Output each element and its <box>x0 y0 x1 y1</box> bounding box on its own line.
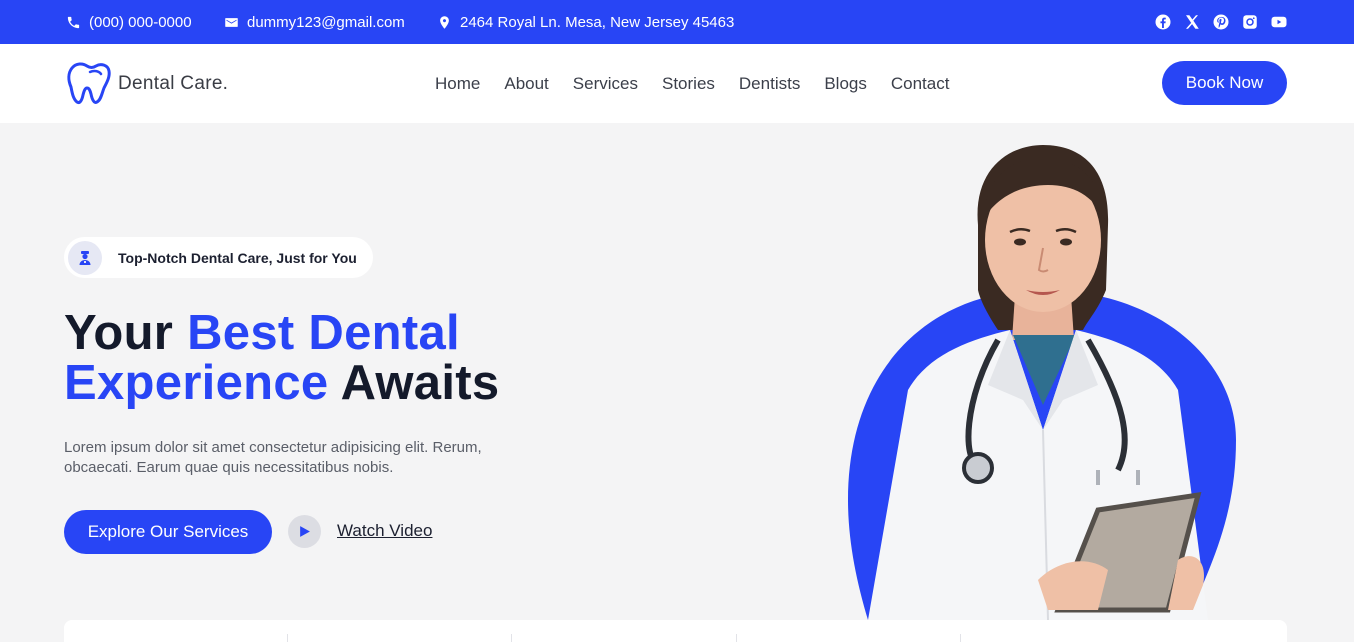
watch-video-link[interactable]: Watch Video <box>337 521 432 541</box>
features-card <box>64 620 1287 642</box>
phone-icon <box>67 16 80 28</box>
card-divider <box>287 634 288 642</box>
badge-text: Top-Notch Dental Care, Just for You <box>118 249 357 266</box>
nav-about[interactable]: About <box>504 74 548 94</box>
email-contact[interactable]: dummy123@gmail.com <box>224 0 405 44</box>
social-links <box>1154 0 1288 44</box>
address-contact[interactable]: 2464 Royal Ln. Mesa, New Jersey 45463 <box>437 0 734 44</box>
address-text: 2464 Royal Ln. Mesa, New Jersey 45463 <box>460 13 735 31</box>
nav-services[interactable]: Services <box>573 74 638 94</box>
hero-doctor-image <box>848 140 1238 621</box>
card-divider <box>960 634 961 642</box>
nav-blogs[interactable]: Blogs <box>824 74 867 94</box>
play-video-button[interactable] <box>288 515 321 548</box>
hero-description: Lorem ipsum dolor sit amet consectetur a… <box>64 439 482 476</box>
play-icon <box>300 526 310 537</box>
hero-title-part2: Awaits <box>328 356 500 410</box>
nav-home[interactable]: Home <box>435 74 480 94</box>
book-now-button[interactable]: Book Now <box>1162 61 1287 105</box>
nav-contact[interactable]: Contact <box>891 74 950 94</box>
dentist-icon <box>79 250 91 265</box>
hero-title-part1: Your <box>64 306 188 360</box>
instagram-icon[interactable] <box>1241 13 1259 31</box>
badge-icon-wrap <box>68 240 102 275</box>
hero-badge: Top-Notch Dental Care, Just for You <box>64 237 373 278</box>
email-text: dummy123@gmail.com <box>247 13 405 31</box>
mail-icon <box>225 17 238 27</box>
nav-stories[interactable]: Stories <box>662 74 715 94</box>
phone-text: (000) 000-0000 <box>89 13 192 31</box>
doctor-illustration <box>848 145 1236 621</box>
hero-title-highlight2: Experience <box>64 356 329 410</box>
card-divider <box>511 634 512 642</box>
nav-dentists[interactable]: Dentists <box>739 74 800 94</box>
facebook-icon[interactable] <box>1154 13 1172 31</box>
top-contact-bar: (000) 000-0000 dummy123@gmail.com 2464 R… <box>0 0 1354 44</box>
hero-title: Your Best Dental Experience Awaits <box>64 308 499 408</box>
location-pin-icon <box>440 15 449 29</box>
main-navigation: Home About Services Stories Dentists Blo… <box>435 44 949 123</box>
brand-logo[interactable]: Dental Care. <box>66 60 228 108</box>
youtube-icon[interactable] <box>1270 13 1288 31</box>
phone-contact[interactable]: (000) 000-0000 <box>66 0 192 44</box>
pinterest-icon[interactable] <box>1212 13 1230 31</box>
site-header: Dental Care. Home About Services Stories… <box>0 44 1354 123</box>
x-icon[interactable] <box>1183 13 1201 31</box>
hero-title-highlight1: Best Dental <box>187 306 460 360</box>
logo-text: Dental Care. <box>118 73 229 94</box>
card-divider <box>736 634 737 642</box>
tooth-logo-icon <box>67 62 111 104</box>
explore-services-button[interactable]: Explore Our Services <box>64 510 272 554</box>
